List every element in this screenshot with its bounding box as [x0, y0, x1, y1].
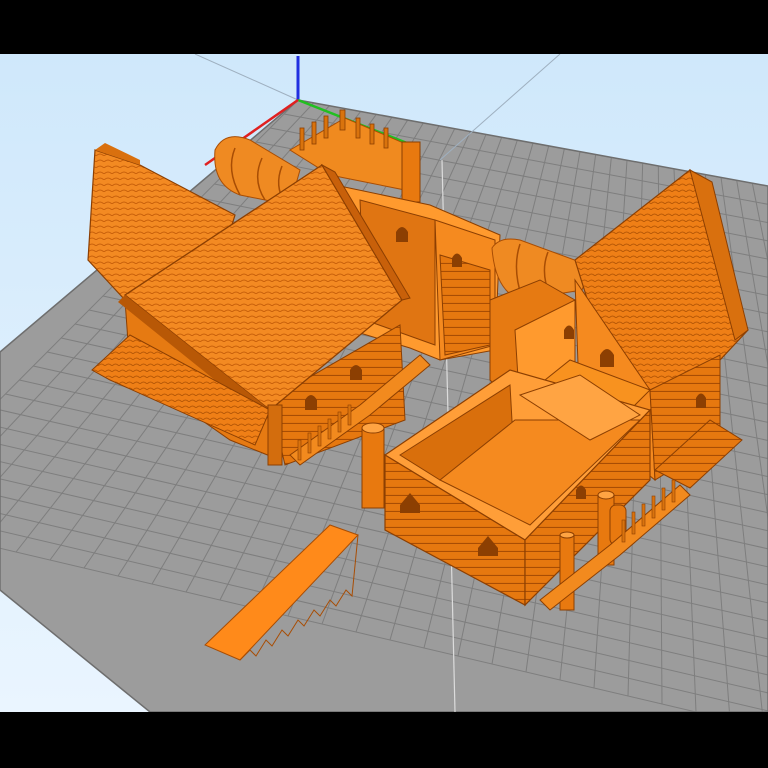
letterbox-top [0, 0, 768, 54]
3d-viewport[interactable] [0, 54, 768, 712]
screen [0, 0, 768, 768]
scene-svg[interactable] [0, 54, 768, 712]
letterbox-bottom [0, 712, 768, 768]
